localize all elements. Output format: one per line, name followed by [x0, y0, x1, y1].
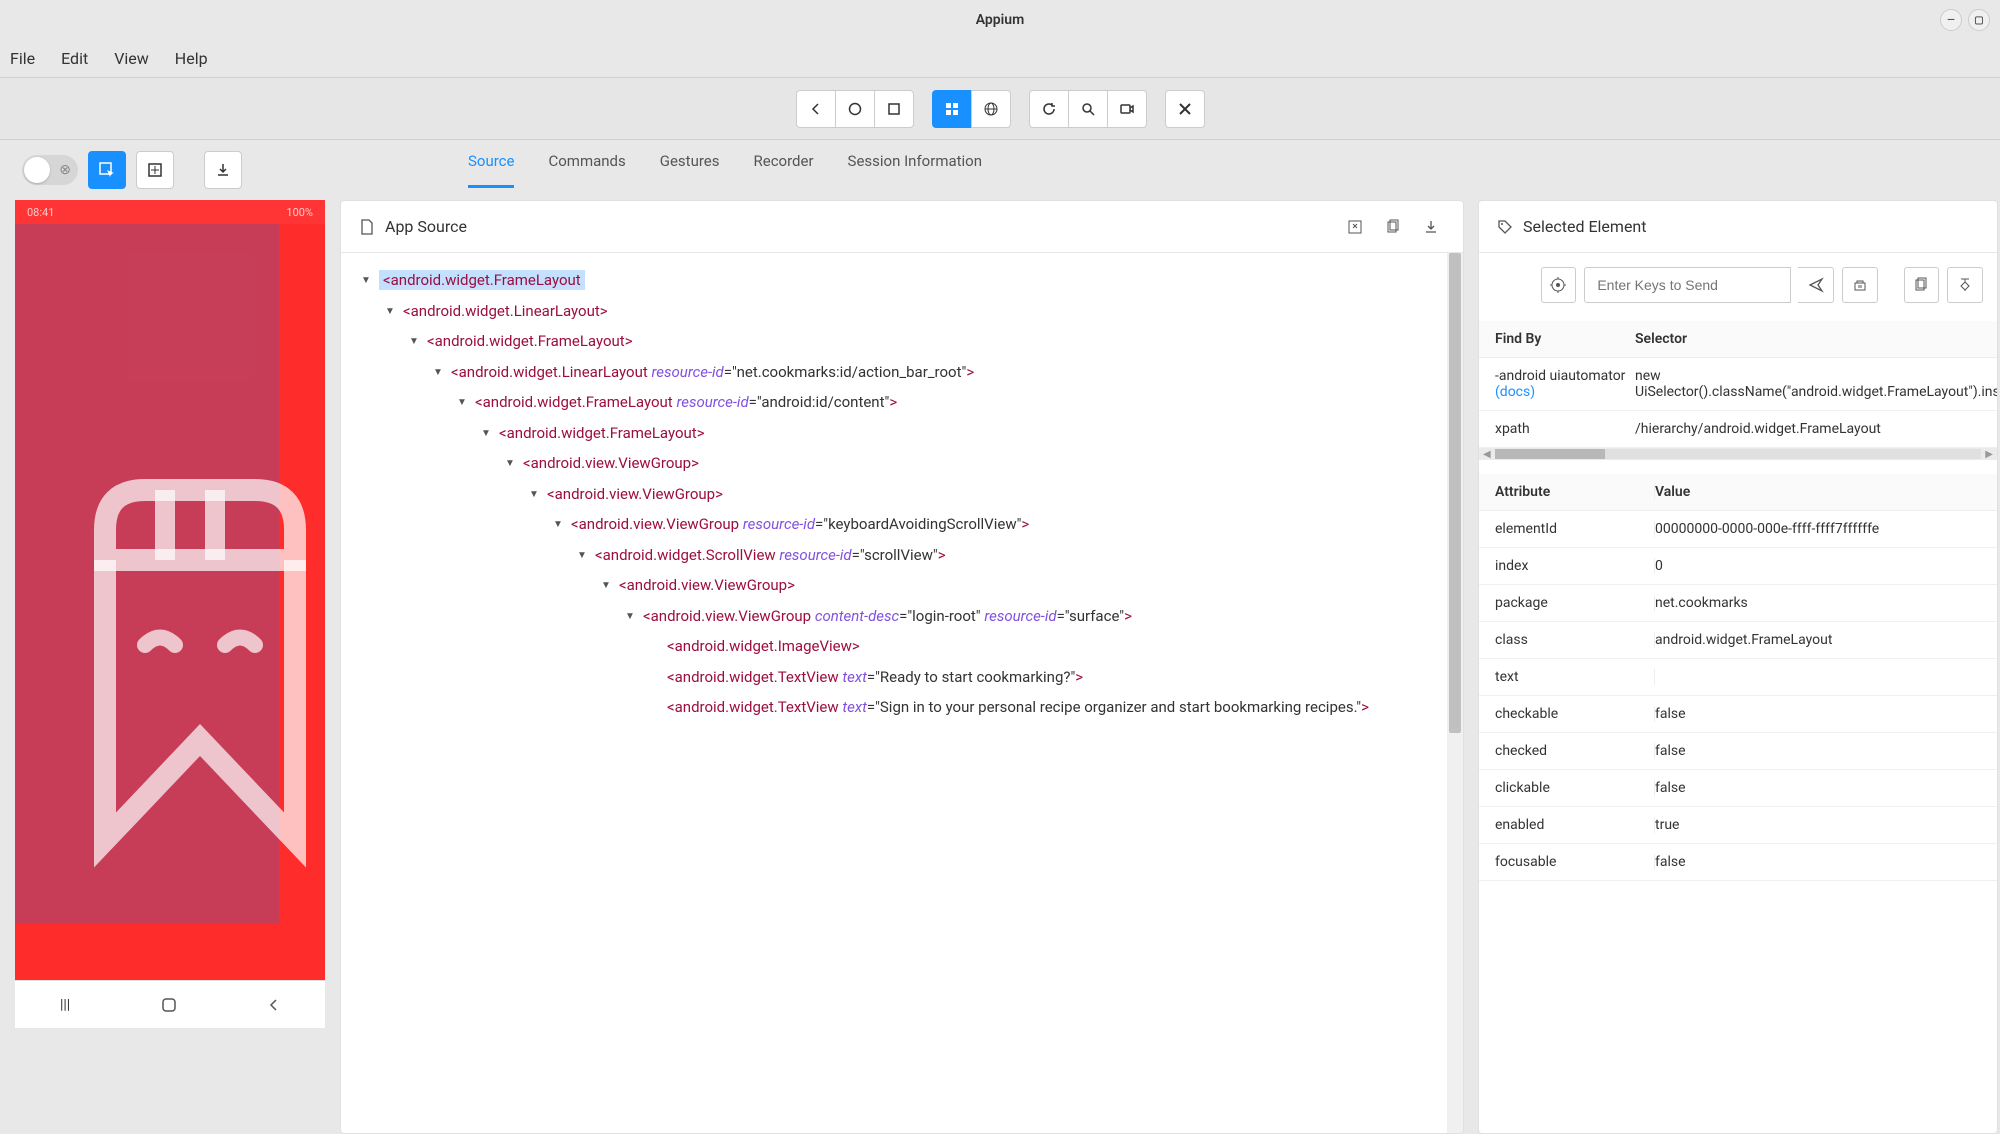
attr-head-2: Value	[1655, 484, 1981, 500]
record-button[interactable]	[1107, 90, 1147, 128]
findby-head-2: Selector	[1635, 331, 1981, 347]
findby-head-1: Find By	[1495, 331, 1635, 347]
menu-file[interactable]: File	[10, 49, 35, 68]
copy-xml-button[interactable]	[1341, 213, 1369, 241]
download-source-button[interactable]	[204, 151, 242, 189]
selected-element-title: Selected Element	[1523, 217, 1647, 236]
overview-button[interactable]	[874, 90, 914, 128]
tree-node[interactable]: ▼<android.widget.ScrollView resource-id=…	[359, 540, 1463, 571]
attribute-row: text	[1479, 659, 1997, 696]
timing-button[interactable]	[1947, 267, 1983, 303]
tab-recorder[interactable]: Recorder	[754, 152, 814, 188]
select-elements-button[interactable]	[88, 151, 126, 189]
toolbar	[0, 78, 2000, 140]
app-source-title: App Source	[385, 217, 467, 236]
menu-help[interactable]: Help	[175, 49, 208, 68]
copy-button[interactable]	[1379, 213, 1407, 241]
tree-node[interactable]: <android.widget.TextView text="Ready to …	[359, 662, 1463, 693]
tree-node[interactable]: ▼<android.view.ViewGroup>	[359, 448, 1463, 479]
attribute-row: packagenet.cookmarks	[1479, 585, 1997, 622]
nav-home-icon[interactable]	[160, 996, 178, 1014]
app-title: Appium	[976, 12, 1025, 28]
attribute-row: checkedfalse	[1479, 733, 1997, 770]
home-button[interactable]	[835, 90, 875, 128]
attribute-row: enabledtrue	[1479, 807, 1997, 844]
tree-node[interactable]: ▼<android.view.ViewGroup content-desc="l…	[359, 601, 1463, 632]
menu-edit[interactable]: Edit	[61, 49, 88, 68]
findby-row: -android uiautomator (docs) new UiSelect…	[1479, 358, 1997, 411]
horizontal-scrollbar[interactable]: ◀ ▶	[1479, 448, 1997, 460]
nav-recents-icon[interactable]: |||	[60, 997, 70, 1013]
web-mode-button[interactable]	[971, 90, 1011, 128]
copy-attrs-button[interactable]	[1904, 267, 1940, 303]
search-button[interactable]	[1068, 90, 1108, 128]
tab-gestures[interactable]: Gestures	[660, 152, 720, 188]
download-button[interactable]	[1417, 213, 1445, 241]
docs-link[interactable]: (docs)	[1495, 384, 1535, 400]
tree-node[interactable]: ▼<android.widget.LinearLayout resource-i…	[359, 357, 1463, 388]
send-keys-input[interactable]	[1584, 267, 1791, 303]
minimize-button[interactable]: —	[1940, 9, 1962, 31]
tree-node[interactable]: ▼<android.widget.FrameLayout>	[359, 326, 1463, 357]
tree-node[interactable]: ▼<android.widget.FrameLayout	[359, 265, 1463, 296]
tree-node[interactable]: ▼<android.view.ViewGroup resource-id="ke…	[359, 509, 1463, 540]
titlebar[interactable]: Appium — ▢	[0, 0, 2000, 40]
attribute-row: focusablefalse	[1479, 844, 1997, 881]
attribute-row: elementId00000000-0000-000e-ffff-ffff7ff…	[1479, 511, 1997, 548]
sub-toolbar: ⊗ Source Commands Gestures Recorder Sess…	[0, 140, 2000, 200]
send-keys-button[interactable]	[1798, 267, 1834, 303]
tree-node[interactable]: ▼<android.widget.FrameLayout resource-id…	[359, 387, 1463, 418]
status-time: 08:41	[27, 206, 54, 219]
nav-back-icon[interactable]	[268, 999, 280, 1011]
tree-node[interactable]: ▼<android.widget.FrameLayout>	[359, 418, 1463, 449]
clear-button[interactable]	[1842, 267, 1878, 303]
tree-node[interactable]: ▼<android.widget.LinearLayout>	[359, 296, 1463, 327]
tab-session-info[interactable]: Session Information	[848, 152, 982, 188]
attribute-row: index0	[1479, 548, 1997, 585]
close-icon: ⊗	[59, 162, 71, 178]
tree-node[interactable]: <android.widget.TextView text="Sign in t…	[359, 692, 1463, 723]
device-nav-bar: |||	[15, 980, 325, 1028]
menu-view[interactable]: View	[114, 49, 149, 68]
tab-commands[interactable]: Commands	[548, 152, 625, 188]
findby-row: xpath /hierarchy/android.widget.FrameLay…	[1479, 411, 1997, 448]
tap-swipe-button[interactable]	[136, 151, 174, 189]
tap-button[interactable]	[1541, 267, 1577, 303]
status-battery: 100%	[286, 206, 313, 219]
attr-head-1: Attribute	[1495, 484, 1655, 500]
mjpeg-toggle[interactable]: ⊗	[22, 155, 78, 185]
attribute-row: checkablefalse	[1479, 696, 1997, 733]
source-tree[interactable]: ▼<android.widget.FrameLayout▼<android.wi…	[341, 253, 1463, 1133]
tree-node[interactable]: ▼<android.view.ViewGroup>	[359, 570, 1463, 601]
maximize-button[interactable]: ▢	[1968, 9, 1990, 31]
scrollbar[interactable]	[1447, 253, 1463, 1133]
bookmark-logo-icon	[55, 460, 315, 880]
device-screenshot[interactable]: 08:41 100%	[15, 200, 325, 980]
back-button[interactable]	[796, 90, 836, 128]
tree-node[interactable]: <android.widget.ImageView>	[359, 631, 1463, 662]
attribute-row: classandroid.widget.FrameLayout	[1479, 622, 1997, 659]
file-icon	[359, 219, 375, 235]
tab-source[interactable]: Source	[468, 152, 514, 188]
close-button[interactable]	[1165, 90, 1205, 128]
menubar: File Edit View Help	[0, 40, 2000, 78]
refresh-button[interactable]	[1029, 90, 1069, 128]
attribute-row: clickablefalse	[1479, 770, 1997, 807]
tree-node[interactable]: ▼<android.view.ViewGroup>	[359, 479, 1463, 510]
tag-icon	[1497, 219, 1513, 235]
native-mode-button[interactable]	[932, 90, 972, 128]
